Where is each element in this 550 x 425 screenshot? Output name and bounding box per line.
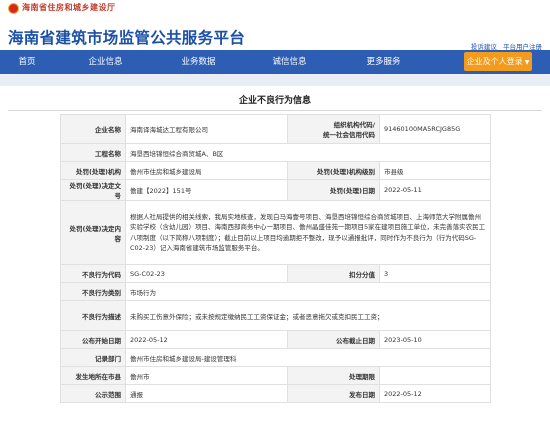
table-row: 不良行为描述 未购买工伤意外保险；或未按规定缴纳民工工资保证金；或者恶意拖欠或克… <box>60 300 491 331</box>
category-label: 不良行为类别 <box>60 282 126 301</box>
points-label: 扣分分值 <box>287 264 380 283</box>
org-code-value: 91460100MA5RCJG85G <box>379 114 491 144</box>
recorder-value: 儋州市住房和城乡建设局-建设管理科 <box>125 348 491 367</box>
table-row: 处罚(处理)机构 儋州市住房和城乡建设局 处罚(处理)机构级别 市县级 <box>60 161 491 180</box>
handling-org-value: 儋州市住房和城乡建设局 <box>125 161 288 180</box>
org-code-label: 组织机构代码/统一社会信用代码 <box>287 114 380 144</box>
location-label: 发生地所在市县 <box>60 366 126 385</box>
table-row: 企业名称 海南译海城达工程有限公司 组织机构代码/统一社会信用代码 914601… <box>60 114 491 144</box>
nav-enterprise-info[interactable]: 企业信息 <box>78 50 133 74</box>
category-value: 市场行为 <box>125 282 491 301</box>
panel-title: 企业不良行为信息 <box>238 96 311 106</box>
org-code-label-line1: 组织机构代码/ <box>333 121 375 129</box>
login-button-label: 企业及个人登录 <box>466 57 523 66</box>
points-value: 3 <box>379 264 491 283</box>
table-row: 处罚(处理)决定文号 儋建【2022】151号 处罚(处理)日期 2022-05… <box>60 179 491 201</box>
site-title: 海南省建筑市场监管公共服务平台 <box>8 29 246 47</box>
recorder-label: 记录部门 <box>60 348 126 367</box>
project-value: 海垦西培锦恒综合商贸城A、B区 <box>125 143 491 162</box>
table-row: 发生地所在市县 儋州市 处理期限 <box>60 366 491 385</box>
company-value: 海南译海城达工程有限公司 <box>125 114 288 144</box>
bad-code-label: 不良行为代码 <box>60 264 126 283</box>
table-row: 处罚(处理)决定内容 根据人社局提供的相关线索，我局实地核查，发现白马海壹号项目… <box>60 200 491 265</box>
title-divider <box>8 110 542 111</box>
table-row: 公布开始日期 2022-05-12 公布截止日期 2023-05-10 <box>60 330 491 349</box>
publish-end-label: 公布截止日期 <box>287 330 380 349</box>
handling-org-label: 处罚(处理)机构 <box>60 161 126 180</box>
description-value: 未购买工伤意外保险；或未按规定缴纳民工工资保证金；或者恶意拖欠或克扣民工工资； <box>125 300 491 331</box>
decision-content-label: 处罚(处理)决定内容 <box>60 200 126 265</box>
table-row: 公示范围 通报 发布日期 2022-05-12 <box>60 384 491 403</box>
nav-more-services[interactable]: 更多服务 <box>356 50 411 74</box>
site-header: 海南省建筑市场监管公共服务平台 投诉建议 平台用户注册 <box>0 17 550 51</box>
department-name: 海南省住房和城乡建设厅 <box>22 3 116 12</box>
main-nav: 首页 企业信息 业务数据 诚信信息 更多服务 企业及个人登录 ▼ <box>0 50 550 74</box>
public-scope-value: 通报 <box>125 384 288 403</box>
record-table: 企业名称 海南译海城达工程有限公司 组织机构代码/统一社会信用代码 914601… <box>60 114 491 403</box>
table-row: 不良行为代码 SG-C02-23 扣分分值 3 <box>60 264 491 283</box>
project-label: 工程名称 <box>60 143 126 162</box>
chevron-down-icon: ▼ <box>524 59 530 66</box>
table-row: 记录部门 儋州市住房和城乡建设局-建设管理科 <box>60 348 491 367</box>
org-level-value: 市县级 <box>379 161 491 180</box>
decision-no-label: 处罚(处理)决定文号 <box>60 179 126 201</box>
login-button[interactable]: 企业及个人登录 ▼ <box>464 52 532 71</box>
publish-date-label: 公布开始日期 <box>60 330 126 349</box>
decision-date-value: 2022-05-11 <box>379 179 491 201</box>
org-level-label: 处罚(处理)机构级别 <box>287 161 380 180</box>
table-row: 工程名称 海垦西培锦恒综合商贸城A、B区 <box>60 143 491 162</box>
deadline-label: 处理期限 <box>287 366 380 385</box>
decision-content-value: 根据人社局提供的相关线索，我局实地核查，发现白马海壹号项目、海垦西培锦恒综合商贸… <box>125 200 491 265</box>
decision-no-value: 儋建【2022】151号 <box>125 179 288 201</box>
table-row: 不良行为类别 市场行为 <box>60 282 491 301</box>
org-code-label-line2: 统一社会信用代码 <box>323 131 375 139</box>
sub-band <box>0 74 550 86</box>
nav-home[interactable]: 首页 <box>0 50 54 74</box>
release-date-value: 2022-05-12 <box>379 384 491 403</box>
public-scope-label: 公示范围 <box>60 384 126 403</box>
publish-end-value: 2023-05-10 <box>379 330 491 349</box>
nav-business-data[interactable]: 业务数据 <box>171 50 226 74</box>
deadline-value <box>379 366 491 385</box>
nav-credit-info[interactable]: 诚信信息 <box>262 50 317 74</box>
release-date-label: 发布日期 <box>287 384 380 403</box>
publish-date-value: 2022-05-12 <box>125 330 288 349</box>
company-label: 企业名称 <box>60 114 126 144</box>
description-label: 不良行为描述 <box>60 300 126 331</box>
location-value: 儋州市 <box>125 366 288 385</box>
bad-code-value: SG-C02-23 <box>125 264 288 283</box>
decision-date-label: 处罚(处理)日期 <box>287 179 380 201</box>
national-emblem-icon <box>8 3 19 14</box>
top-bar: 海南省住房和城乡建设厅 <box>0 0 550 17</box>
